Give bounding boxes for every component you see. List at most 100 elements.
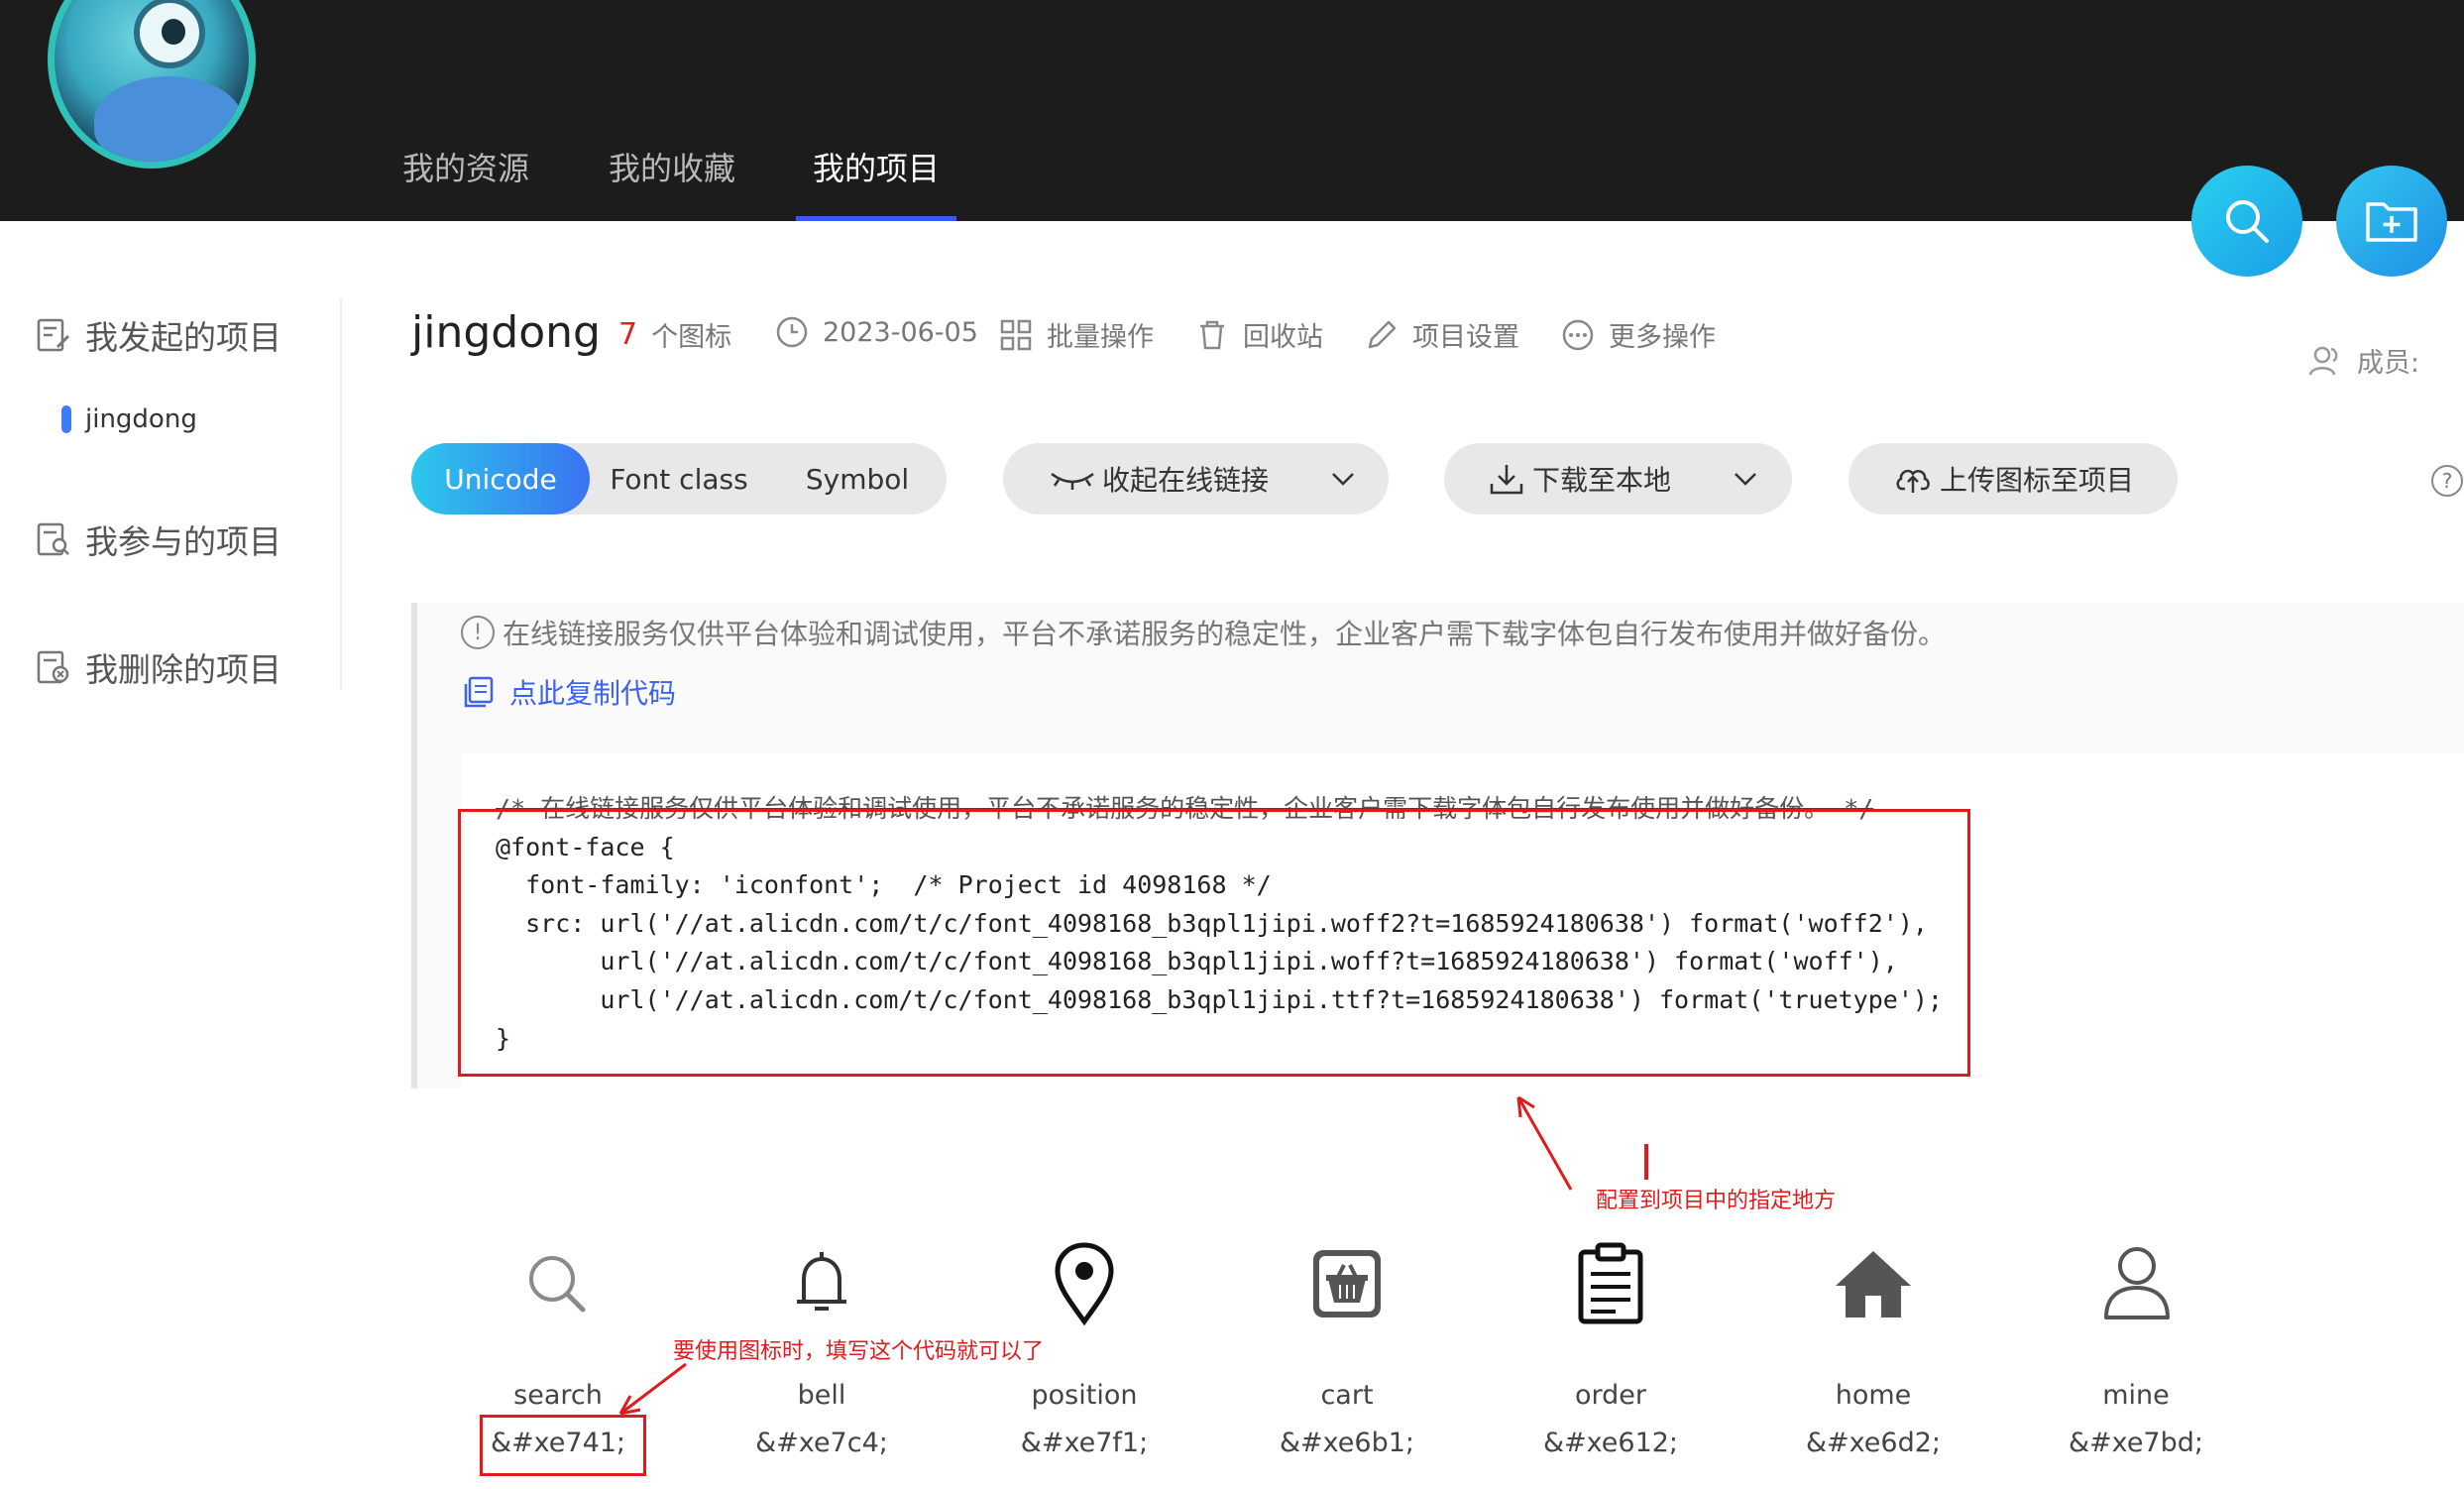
icon-code-search[interactable]: &#xe741; bbox=[449, 1428, 667, 1458]
user-icon bbox=[2104, 1247, 2170, 1319]
tab-symbol[interactable]: Symbol bbox=[768, 443, 947, 515]
icon-name-search: search bbox=[513, 1380, 603, 1411]
batch-operation-label: 批量操作 bbox=[1047, 322, 1154, 353]
edit-doc-icon bbox=[37, 318, 70, 352]
project-date: 2023-06-05 bbox=[775, 315, 978, 349]
tab-my-resources[interactable]: 我的资源 bbox=[402, 139, 529, 221]
project-settings-button[interactable]: 项目设置 bbox=[1365, 315, 1519, 354]
home-icon bbox=[1836, 1251, 1911, 1317]
project-date-text: 2023-06-05 bbox=[823, 316, 978, 348]
chevron-down-icon bbox=[1735, 473, 1756, 486]
search-fab-button[interactable] bbox=[2191, 166, 2302, 277]
icon-card-position[interactable] bbox=[985, 1229, 1183, 1338]
top-header: 我的资源 我的收藏 我的项目 bbox=[0, 0, 2464, 221]
code-type-switch: Unicode Font class Symbol bbox=[411, 443, 947, 515]
annotation-code-highlight-box bbox=[458, 809, 1970, 1077]
members-icon bbox=[2308, 346, 2338, 375]
icon-code-order[interactable]: &#xe612; bbox=[1502, 1428, 1720, 1458]
location-pin-icon bbox=[1055, 1242, 1114, 1325]
icon-code-position[interactable]: &#xe7f1; bbox=[975, 1428, 1193, 1458]
upload-icon-label: 上传图标至项目 bbox=[1940, 464, 2135, 497]
project-title: jingdong bbox=[411, 307, 601, 358]
icon-count-unit: 个图标 bbox=[651, 322, 732, 353]
sidebar-item-deleted[interactable]: 我删除的项目 bbox=[36, 642, 281, 692]
members[interactable]: 成员: bbox=[2307, 341, 2419, 380]
cloud-upload-icon bbox=[1896, 469, 1930, 493]
batch-operation-button[interactable]: 批量操作 bbox=[999, 315, 1154, 354]
icon-code-home[interactable]: &#xe6d2; bbox=[1764, 1428, 1982, 1458]
sidebar-item-label: 我参与的项目 bbox=[85, 522, 281, 561]
sidebar-sub-item-label: jingdong bbox=[85, 404, 197, 434]
icon-code-mine[interactable]: &#xe7bd; bbox=[2027, 1428, 2245, 1458]
sidebar-sub-item-jingdong[interactable]: jingdong bbox=[61, 404, 197, 434]
download-local-label: 下载至本地 bbox=[1532, 464, 1672, 497]
delete-doc-icon bbox=[37, 650, 69, 684]
sidebar-item-joined[interactable]: 我参与的项目 bbox=[36, 515, 281, 564]
project-settings-label: 项目设置 bbox=[1412, 322, 1519, 353]
tab-my-projects[interactable]: 我的项目 bbox=[813, 139, 940, 221]
icon-code-cart[interactable]: &#xe6b1; bbox=[1238, 1428, 1456, 1458]
active-tab-underline bbox=[796, 216, 956, 221]
folder-add-icon bbox=[2366, 202, 2417, 242]
recycle-bin-button[interactable]: 回收站 bbox=[1195, 315, 1323, 354]
icon-card-home[interactable] bbox=[1774, 1229, 1972, 1338]
icon-name-cart: cart bbox=[1320, 1380, 1374, 1411]
icon-card-mine[interactable] bbox=[2038, 1229, 2236, 1338]
icon-name-order: order bbox=[1575, 1380, 1646, 1411]
chevron-down-icon bbox=[1332, 473, 1354, 486]
copy-code-label: 点此复制代码 bbox=[509, 677, 677, 710]
pencil-icon bbox=[1368, 320, 1397, 348]
search-icon bbox=[2226, 200, 2269, 243]
icon-name-bell: bell bbox=[797, 1380, 846, 1411]
annotation-arrow-up bbox=[1516, 1095, 1573, 1191]
annotation-cursor-mark bbox=[1644, 1144, 1648, 1180]
cart-icon bbox=[1313, 1250, 1381, 1317]
sidebar-divider bbox=[340, 297, 342, 689]
icon-name-mine: mine bbox=[2102, 1380, 2170, 1411]
download-icon bbox=[1490, 465, 1523, 495]
new-project-fab-button[interactable] bbox=[2336, 166, 2447, 277]
annotation-config-note: 配置到项目中的指定地方 bbox=[1596, 1189, 1837, 1213]
avatar-eye-shape bbox=[134, 0, 205, 68]
icon-card-search[interactable] bbox=[458, 1229, 656, 1338]
icon-name-home: home bbox=[1835, 1380, 1912, 1411]
icon-count-number: 7 bbox=[618, 317, 638, 352]
members-label: 成员: bbox=[2357, 348, 2420, 379]
icon-card-order[interactable] bbox=[1512, 1229, 1710, 1338]
icon-card-bell[interactable] bbox=[723, 1229, 921, 1338]
avatar-body-shape bbox=[94, 76, 243, 162]
tab-my-favorites[interactable]: 我的收藏 bbox=[609, 139, 735, 221]
more-operations-button[interactable]: 更多操作 bbox=[1561, 315, 1716, 354]
help-icon[interactable]: ? bbox=[2431, 465, 2463, 497]
eye-closed-icon bbox=[1051, 472, 1094, 490]
icon-count: 7 个图标 bbox=[618, 315, 731, 354]
recycle-bin-label: 回收站 bbox=[1243, 322, 1323, 353]
icon-code-bell[interactable]: &#xe7c4; bbox=[713, 1428, 931, 1458]
tab-font-class[interactable]: Font class bbox=[590, 443, 768, 515]
active-indicator bbox=[61, 405, 71, 433]
clock-icon bbox=[776, 316, 808, 348]
more-operations-label: 更多操作 bbox=[1609, 322, 1716, 353]
upload-icon-button[interactable]: 上传图标至项目 bbox=[1848, 443, 2178, 515]
sidebar-item-label: 我发起的项目 bbox=[85, 318, 281, 357]
clipboard-icon bbox=[1578, 1242, 1643, 1324]
download-local-button[interactable]: 下载至本地 bbox=[1444, 443, 1792, 515]
sidebar-item-created[interactable]: 我发起的项目 bbox=[36, 310, 281, 360]
user-avatar[interactable] bbox=[48, 0, 256, 169]
grid-icon bbox=[1000, 319, 1032, 350]
more-dots-icon bbox=[1562, 319, 1594, 350]
sidebar-item-label: 我删除的项目 bbox=[85, 650, 281, 689]
copy-code-link[interactable]: 点此复制代码 bbox=[462, 672, 676, 712]
icon-name-position: position bbox=[1031, 1380, 1138, 1411]
trash-icon bbox=[1200, 320, 1224, 349]
service-notice: ! 在线链接服务仅供平台体验和调试使用，平台不承诺服务的稳定性，企业客户需下载字… bbox=[461, 613, 1946, 652]
info-icon: ! bbox=[461, 616, 495, 649]
tab-unicode[interactable]: Unicode bbox=[411, 443, 590, 515]
copy-icon bbox=[464, 676, 494, 708]
icon-card-cart[interactable] bbox=[1248, 1229, 1446, 1338]
bell-icon bbox=[797, 1252, 846, 1311]
search-doc-icon bbox=[37, 522, 69, 556]
collapse-online-link-label: 收起在线链接 bbox=[1102, 464, 1270, 497]
collapse-online-link-button[interactable]: 收起在线链接 bbox=[1003, 443, 1389, 515]
service-notice-text: 在线链接服务仅供平台体验和调试使用，平台不承诺服务的稳定性，企业客户需下载字体包… bbox=[503, 618, 1947, 650]
